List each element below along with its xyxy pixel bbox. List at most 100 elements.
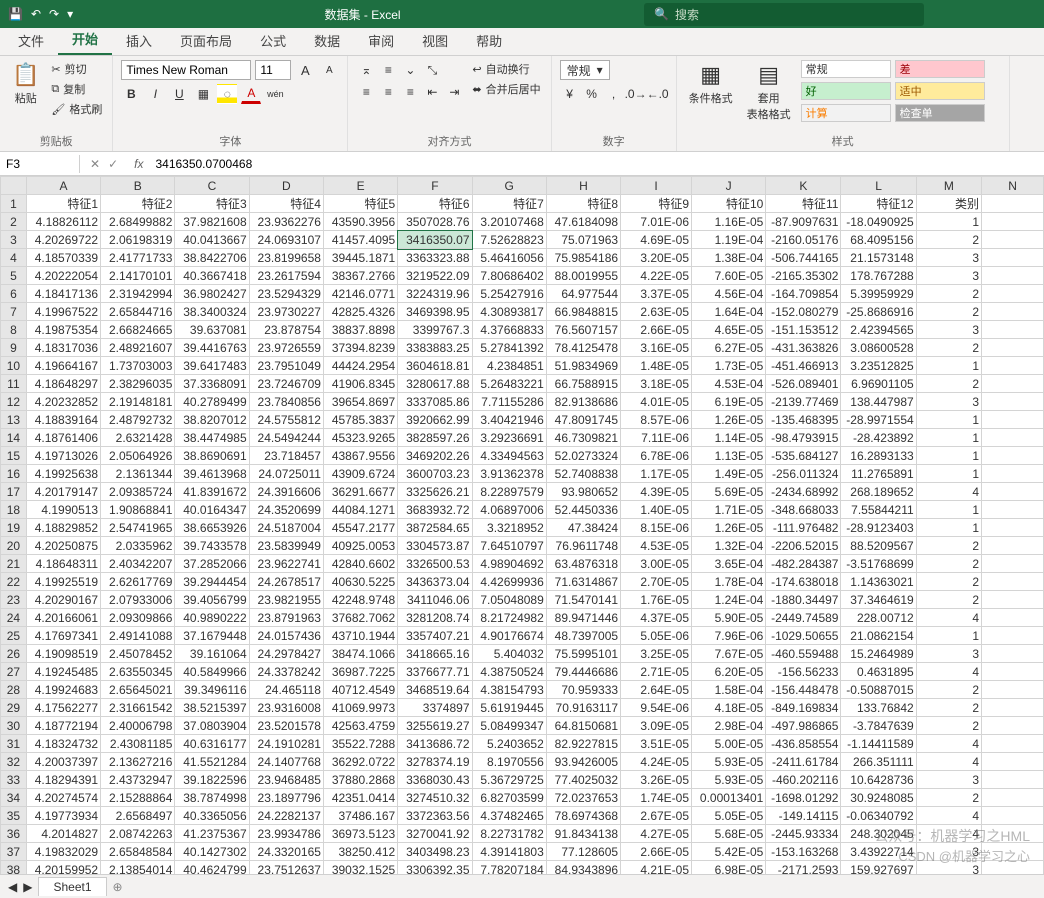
cell[interactable]: 4.20159952 xyxy=(26,861,100,875)
cell[interactable]: 1.49E-05 xyxy=(692,465,766,483)
cell[interactable]: 4.69E-05 xyxy=(621,231,692,249)
cell[interactable]: 39.4416763 xyxy=(175,339,249,357)
cell[interactable]: 40.0413667 xyxy=(175,231,249,249)
cell[interactable]: 4.17697341 xyxy=(26,627,100,645)
cell[interactable]: 77.128605 xyxy=(546,843,620,861)
cell[interactable]: 23.9622741 xyxy=(249,555,323,573)
cell[interactable]: 23.7840856 xyxy=(249,393,323,411)
cell[interactable] xyxy=(982,321,1044,339)
cell[interactable]: 52.7408838 xyxy=(546,465,620,483)
cell[interactable]: 23.9362276 xyxy=(249,213,323,231)
cell[interactable]: 40.3667418 xyxy=(175,267,249,285)
cell[interactable]: 4.17562277 xyxy=(26,699,100,717)
cell[interactable]: 4.19245485 xyxy=(26,663,100,681)
cell[interactable]: 35522.7288 xyxy=(323,735,397,753)
cell[interactable]: 3399767.3 xyxy=(398,321,472,339)
cell[interactable]: 21.1573148 xyxy=(841,249,916,267)
cell[interactable]: 39.637081 xyxy=(175,321,249,339)
row-header[interactable]: 5 xyxy=(1,267,27,285)
cell[interactable]: 4.42699936 xyxy=(472,573,546,591)
cell[interactable]: -0.50887015 xyxy=(841,681,916,699)
tab-layout[interactable]: 页面布局 xyxy=(166,26,246,55)
cell[interactable] xyxy=(982,555,1044,573)
cell[interactable] xyxy=(982,195,1044,213)
cell[interactable]: 2 xyxy=(916,339,981,357)
cell[interactable]: 71.6314867 xyxy=(546,573,620,591)
cell[interactable]: 39.6417483 xyxy=(175,357,249,375)
cell[interactable]: 24.1910281 xyxy=(249,735,323,753)
cell[interactable] xyxy=(982,393,1044,411)
cell[interactable]: 3.40421946 xyxy=(472,411,546,429)
cell[interactable]: 4 xyxy=(916,753,981,771)
cell[interactable]: 4 xyxy=(916,825,981,843)
cell[interactable]: 6.27E-05 xyxy=(692,339,766,357)
cell[interactable]: -849.169834 xyxy=(766,699,841,717)
cell[interactable]: 4.19967522 xyxy=(26,303,100,321)
align-right-button[interactable]: ≡ xyxy=(400,82,420,102)
cell[interactable]: 2.14170101 xyxy=(101,267,175,285)
cell[interactable]: 7.11E-06 xyxy=(621,429,692,447)
row-header[interactable]: 3 xyxy=(1,231,27,249)
cell[interactable]: 4.20290167 xyxy=(26,591,100,609)
cell[interactable]: 2.63E-05 xyxy=(621,303,692,321)
cell[interactable]: 8.22731782 xyxy=(472,825,546,843)
cell[interactable]: 7.01E-06 xyxy=(621,213,692,231)
row-header[interactable]: 26 xyxy=(1,645,27,663)
cell[interactable]: 2.49141088 xyxy=(101,627,175,645)
cell[interactable]: 78.6974368 xyxy=(546,807,620,825)
cell[interactable]: 3306392.35 xyxy=(398,861,472,875)
cell[interactable]: 7.96E-06 xyxy=(692,627,766,645)
orientation-button[interactable]: ⤡ xyxy=(422,60,442,80)
cell[interactable]: 4.21E-05 xyxy=(621,861,692,875)
cell[interactable]: 3270041.92 xyxy=(398,825,472,843)
cell[interactable]: 4.18324732 xyxy=(26,735,100,753)
cell[interactable]: 3.20E-05 xyxy=(621,249,692,267)
cell[interactable]: 3274510.32 xyxy=(398,789,472,807)
cell[interactable]: 24.465118 xyxy=(249,681,323,699)
cell[interactable]: 23.7246709 xyxy=(249,375,323,393)
cell[interactable]: 4.18761406 xyxy=(26,429,100,447)
border-button[interactable]: ▦ xyxy=(193,84,213,104)
conditional-format-button[interactable]: ▦条件格式 xyxy=(685,60,737,108)
cell[interactable]: 15.2464989 xyxy=(841,645,916,663)
cell[interactable]: 24.5494244 xyxy=(249,429,323,447)
cell[interactable]: 1.64E-04 xyxy=(692,303,766,321)
cell[interactable]: 23.718457 xyxy=(249,447,323,465)
cell[interactable] xyxy=(982,447,1044,465)
cell[interactable] xyxy=(982,789,1044,807)
cell[interactable]: 75.5995101 xyxy=(546,645,620,663)
row-header[interactable]: 17 xyxy=(1,483,27,501)
row-header[interactable]: 27 xyxy=(1,663,27,681)
cell[interactable]: 2 xyxy=(916,303,981,321)
cell[interactable]: 38250.412 xyxy=(323,843,397,861)
cell[interactable]: 2.65645021 xyxy=(101,681,175,699)
cell[interactable]: 41457.4095 xyxy=(323,231,397,249)
cell[interactable]: 3.29236691 xyxy=(472,429,546,447)
cell[interactable]: 2.54741965 xyxy=(101,519,175,537)
cell[interactable]: -111.976482 xyxy=(766,519,841,537)
cell[interactable]: 24.1407768 xyxy=(249,753,323,771)
cell[interactable]: -256.011324 xyxy=(766,465,841,483)
decrease-font-button[interactable]: A xyxy=(319,60,339,80)
cell[interactable]: 75.9854186 xyxy=(546,249,620,267)
cell[interactable]: 5.27841392 xyxy=(472,339,546,357)
align-center-button[interactable]: ≡ xyxy=(378,82,398,102)
cell[interactable]: 24.3916606 xyxy=(249,483,323,501)
cell[interactable]: 43909.6724 xyxy=(323,465,397,483)
cell[interactable]: 3 xyxy=(916,771,981,789)
col-header-K[interactable]: K xyxy=(766,177,841,195)
cell[interactable]: 4 xyxy=(916,609,981,627)
cell[interactable]: 40925.0053 xyxy=(323,537,397,555)
cell[interactable]: 3325626.21 xyxy=(398,483,472,501)
cell[interactable]: 4.19773934 xyxy=(26,807,100,825)
cell[interactable]: 1.78E-04 xyxy=(692,573,766,591)
cell[interactable]: -482.284387 xyxy=(766,555,841,573)
cell[interactable]: -156.448478 xyxy=(766,681,841,699)
cell[interactable]: 特征7 xyxy=(472,195,546,213)
cell[interactable]: 8.22897579 xyxy=(472,483,546,501)
sheet-tab-sheet1[interactable]: Sheet1 xyxy=(38,877,106,896)
cell[interactable]: -3.51768699 xyxy=(841,555,916,573)
cell[interactable]: 特征1 xyxy=(26,195,100,213)
cell[interactable]: -2160.05176 xyxy=(766,231,841,249)
cell[interactable]: 2.40006798 xyxy=(101,717,175,735)
